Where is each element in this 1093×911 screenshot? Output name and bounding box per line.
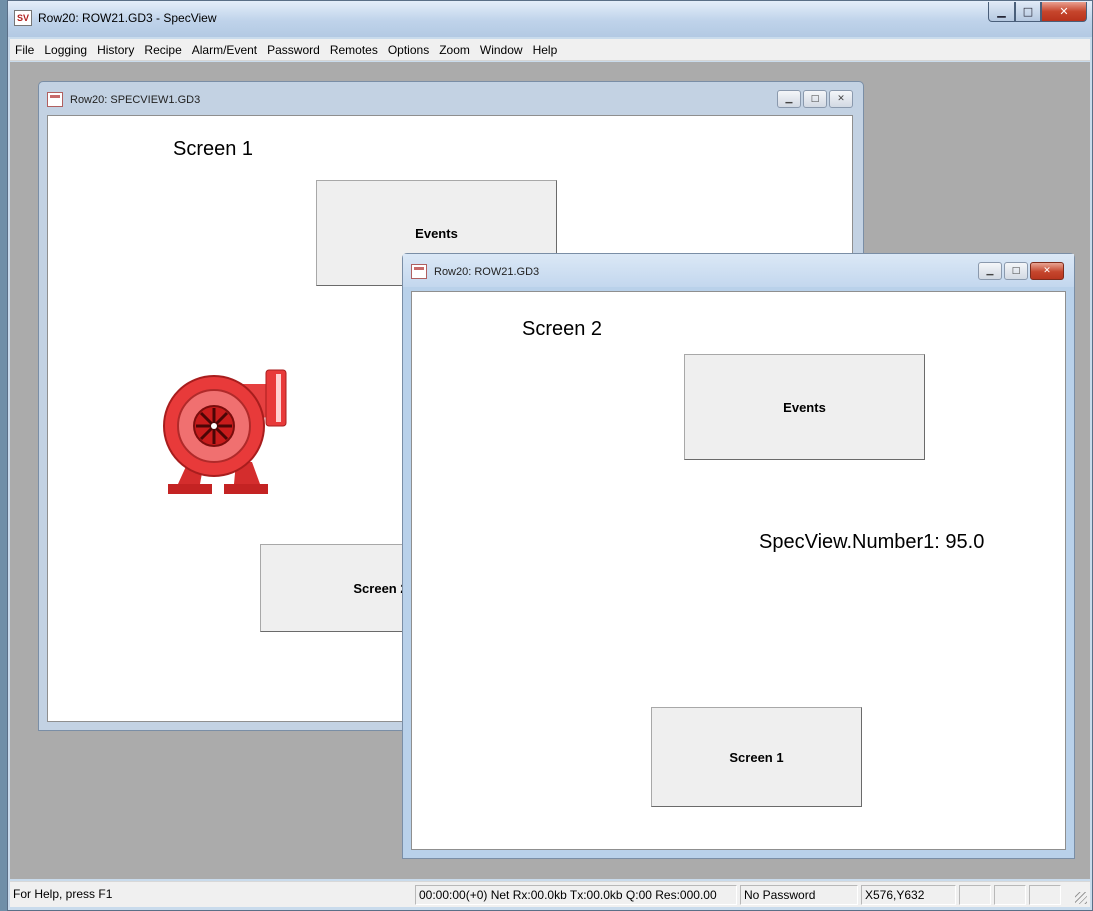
child-caption-buttons: ▁ □ ✕	[777, 90, 853, 108]
screen-title: Screen 2	[522, 318, 603, 340]
child-maximize-button[interactable]: □	[1004, 262, 1028, 280]
events-button[interactable]: Events	[684, 354, 925, 460]
child-caption-buttons: ▁ □ ✕	[978, 262, 1064, 280]
maximize-icon: □	[1022, 5, 1034, 18]
child-minimize-button[interactable]: ▁	[777, 90, 801, 108]
app-titlebar[interactable]: SV Row20: ROW21.GD3 - SpecView ▁ □ ✕	[8, 1, 1092, 37]
status-bar: For Help, press F1 00:00:00(+0) Net Rx:0…	[10, 881, 1090, 907]
child-window-row21: Row20: ROW21.GD3 ▁ □ ✕ Screen 2 Events S…	[402, 253, 1075, 859]
menu-zoom[interactable]: Zoom	[434, 43, 475, 57]
child-close-button[interactable]: ✕	[829, 90, 853, 108]
menu-alarm-event[interactable]: Alarm/Event	[187, 43, 262, 57]
minimize-button[interactable]: ▁	[988, 2, 1015, 22]
child-close-button[interactable]: ✕	[1030, 262, 1064, 280]
minimize-icon: ▁	[986, 266, 994, 276]
screen-title: Screen 1	[173, 138, 254, 160]
close-icon: ✕	[837, 94, 845, 104]
status-net-info: 00:00:00(+0) Net Rx:00.0kb Tx:00.0kb Q:0…	[415, 885, 737, 905]
child-titlebar[interactable]: Row20: SPECVIEW1.GD3 ▁ □ ✕	[39, 82, 863, 115]
app-title: Row20: ROW21.GD3 - SpecView	[38, 11, 217, 25]
minimize-icon: ▁	[785, 94, 793, 104]
close-button[interactable]: ✕	[1041, 2, 1087, 22]
menu-file[interactable]: File	[10, 43, 39, 57]
menu-help[interactable]: Help	[528, 43, 563, 57]
menu-options[interactable]: Options	[383, 43, 434, 57]
status-help-text: For Help, press F1	[13, 887, 113, 901]
maximize-button[interactable]: □	[1015, 2, 1041, 22]
maximize-icon: □	[1011, 266, 1021, 276]
child-maximize-button[interactable]: □	[803, 90, 827, 108]
close-icon: ✕	[1059, 5, 1069, 18]
child-window-title: Row20: ROW21.GD3	[434, 266, 540, 278]
status-password: No Password	[740, 885, 858, 905]
resize-grip[interactable]	[1075, 892, 1087, 904]
status-pane	[994, 885, 1026, 905]
screen1-button[interactable]: Screen 1	[651, 707, 862, 807]
specview-app-icon[interactable]: SV	[14, 10, 32, 26]
menu-remotes[interactable]: Remotes	[325, 43, 383, 57]
specview-app-window: SV Row20: ROW21.GD3 - SpecView ▁ □ ✕ Fil…	[7, 0, 1093, 911]
mdi-workspace: Row20: SPECVIEW1.GD3 ▁ □ ✕ Screen 1 Even…	[10, 62, 1090, 879]
child-minimize-button[interactable]: ▁	[978, 262, 1002, 280]
status-pane	[959, 885, 991, 905]
document-icon	[47, 92, 63, 107]
status-pane	[1029, 885, 1061, 905]
child-client-area: Screen 2 Events SpecView.Number1: 95.0 S…	[411, 291, 1066, 850]
maximize-icon: □	[810, 94, 820, 104]
menu-history[interactable]: History	[92, 43, 139, 57]
number1-value-display: SpecView.Number1: 95.0	[759, 531, 985, 553]
menu-recipe[interactable]: Recipe	[139, 43, 186, 57]
document-icon	[411, 264, 427, 279]
pump-icon[interactable]	[148, 366, 298, 506]
caption-buttons: ▁ □ ✕	[988, 2, 1087, 22]
child-titlebar-active[interactable]: Row20: ROW21.GD3 ▁ □ ✕	[403, 254, 1074, 287]
child-window-title: Row20: SPECVIEW1.GD3	[70, 94, 201, 106]
menu-password[interactable]: Password	[262, 43, 325, 57]
minimize-icon: ▁	[997, 5, 1006, 18]
status-coordinates: X576,Y632	[861, 885, 956, 905]
menu-bar: File Logging History Recipe Alarm/Event …	[10, 39, 1090, 61]
menu-window[interactable]: Window	[475, 43, 528, 57]
menu-logging[interactable]: Logging	[39, 43, 92, 57]
close-icon: ✕	[1043, 266, 1051, 276]
